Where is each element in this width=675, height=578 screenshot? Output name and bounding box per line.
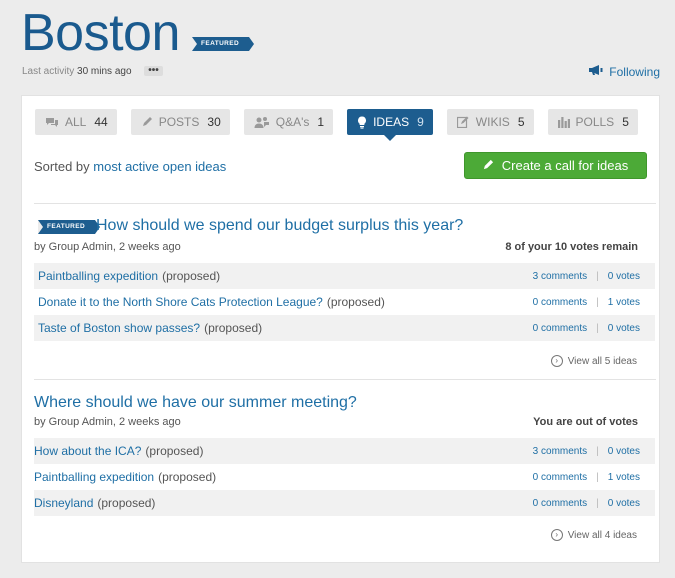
arrow-right-circle-icon: ›: [550, 529, 563, 541]
separator: |: [596, 497, 599, 509]
comments-link[interactable]: 0 comments: [533, 323, 587, 334]
sort-prefix: Sorted by: [34, 159, 90, 174]
idea-stats: 0 comments | 0 votes: [533, 323, 640, 334]
tab-polls[interactable]: POLLS 5: [547, 109, 638, 135]
wiki-edit-icon: [456, 116, 470, 128]
arrow-right-circle-icon: ›: [550, 355, 563, 367]
votes-link[interactable]: 1 votes: [608, 472, 640, 483]
tab-qa[interactable]: Q&A's 1: [243, 109, 334, 135]
tab-posts[interactable]: POSTS 30: [130, 109, 230, 135]
last-activity-value: 30 mins ago: [77, 66, 132, 77]
call-title[interactable]: Where should we have our summer meeting?: [34, 394, 357, 412]
following-button[interactable]: Following: [588, 64, 660, 79]
qa-people-icon: [254, 116, 270, 128]
content-type-tabs: ALL 44 POSTS 30 Q&A's 1 IDEAS 9 WIKIS 5 …: [35, 109, 652, 141]
pencil-icon: [141, 116, 153, 128]
sort-option-link[interactable]: most active open ideas: [93, 159, 226, 174]
idea-row: Paintballing expedition (proposed) 0 com…: [34, 464, 655, 490]
tab-all[interactable]: ALL 44: [35, 109, 117, 135]
idea-status: (proposed): [162, 269, 221, 283]
idea-link[interactable]: Disneyland: [34, 496, 93, 510]
idea-status: (proposed): [158, 470, 217, 484]
tab-count: 44: [94, 115, 108, 129]
featured-badge: FEATURED: [38, 220, 101, 234]
tab-count: 5: [622, 115, 629, 129]
comments-link[interactable]: 0 comments: [533, 472, 587, 483]
idea-stats: 0 comments | 0 votes: [533, 498, 640, 509]
view-all-ideas-link[interactable]: › View all 5 ideas: [550, 355, 637, 367]
idea-stats: 3 comments | 0 votes: [533, 446, 640, 457]
lightbulb-icon: [357, 116, 367, 129]
tab-label: POLLS: [575, 115, 615, 129]
votes-status: 8 of your 10 votes remain: [505, 241, 638, 253]
idea-row: Disneyland (proposed) 0 comments | 0 vot…: [34, 490, 655, 516]
following-label: Following: [609, 64, 660, 79]
idea-status: (proposed): [326, 295, 385, 309]
idea-status: (proposed): [145, 444, 204, 458]
group-header: Boston FEATURED Last activity 30 mins ag…: [0, 0, 675, 94]
separator: |: [596, 322, 599, 334]
votes-link[interactable]: 0 votes: [608, 498, 640, 509]
view-all-ideas-link[interactable]: › View all 4 ideas: [550, 529, 637, 541]
call-meta: by Group Admin, 2 weeks ago: [34, 416, 181, 428]
tab-wikis[interactable]: WIKIS 5: [446, 109, 534, 135]
comments-link[interactable]: 0 comments: [533, 297, 587, 308]
view-all-label: View all 4 ideas: [567, 529, 637, 541]
divider: [34, 203, 656, 204]
idea-link[interactable]: Taste of Boston show passes?: [38, 321, 200, 335]
bar-chart-icon: [557, 116, 570, 128]
separator: |: [596, 296, 599, 308]
idea-stats: 0 comments | 1 votes: [533, 472, 640, 483]
votes-link[interactable]: 1 votes: [608, 297, 640, 308]
tab-label: ALL: [65, 115, 87, 129]
idea-row: Paintballing expedition (proposed) 3 com…: [34, 263, 655, 289]
separator: |: [596, 445, 599, 457]
comments-link[interactable]: 0 comments: [533, 498, 587, 509]
call-meta: by Group Admin, 2 weeks ago: [34, 241, 181, 253]
idea-link[interactable]: Donate it to the North Shore Cats Protec…: [38, 295, 323, 309]
pencil-icon: [483, 158, 494, 173]
votes-link[interactable]: 0 votes: [608, 323, 640, 334]
page-title: Boston: [21, 4, 180, 62]
idea-row: Donate it to the North Shore Cats Protec…: [34, 289, 655, 315]
tab-count: 9: [417, 115, 424, 129]
last-activity: Last activity 30 mins ago •••: [22, 66, 163, 77]
tab-label: Q&A's: [275, 115, 310, 129]
content-panel: ALL 44 POSTS 30 Q&A's 1 IDEAS 9 WIKIS 5 …: [21, 95, 660, 563]
votes-status: You are out of votes: [533, 416, 638, 428]
create-button-label: Create a call for ideas: [501, 158, 629, 173]
votes-link[interactable]: 0 votes: [608, 446, 640, 457]
tab-label: IDEAS: [373, 115, 410, 129]
sort-indicator: Sorted by most active open ideas: [34, 159, 226, 174]
tab-ideas[interactable]: IDEAS 9: [347, 109, 433, 141]
featured-badge: FEATURED: [192, 37, 255, 51]
tab-count: 30: [207, 115, 221, 129]
create-call-for-ideas-button[interactable]: Create a call for ideas: [464, 152, 647, 179]
call-title[interactable]: How should we spend our budget surplus t…: [96, 217, 463, 235]
comments-link[interactable]: 3 comments: [533, 271, 587, 282]
idea-row: How about the ICA? (proposed) 3 comments…: [34, 438, 655, 464]
idea-status: (proposed): [204, 321, 263, 335]
idea-row: Taste of Boston show passes? (proposed) …: [34, 315, 655, 341]
idea-stats: 0 comments | 1 votes: [533, 297, 640, 308]
separator: |: [596, 471, 599, 483]
tab-count: 1: [317, 115, 325, 129]
idea-status: (proposed): [97, 496, 156, 510]
idea-link[interactable]: Paintballing expedition: [34, 470, 154, 484]
idea-link[interactable]: How about the ICA?: [34, 444, 141, 458]
tab-label: POSTS: [158, 115, 200, 129]
more-options-button[interactable]: •••: [144, 66, 163, 77]
last-activity-label: Last activity: [22, 66, 75, 77]
comments-link[interactable]: 3 comments: [533, 446, 587, 457]
tab-count: 5: [517, 115, 525, 129]
megaphone-icon: [588, 64, 604, 79]
votes-link[interactable]: 0 votes: [608, 271, 640, 282]
idea-link[interactable]: Paintballing expedition: [38, 269, 158, 283]
speech-bubbles-icon: [45, 117, 59, 128]
tab-label: WIKIS: [475, 115, 510, 129]
divider: [34, 379, 656, 380]
idea-stats: 3 comments | 0 votes: [533, 271, 640, 282]
view-all-label: View all 5 ideas: [567, 355, 637, 367]
separator: |: [596, 270, 599, 282]
